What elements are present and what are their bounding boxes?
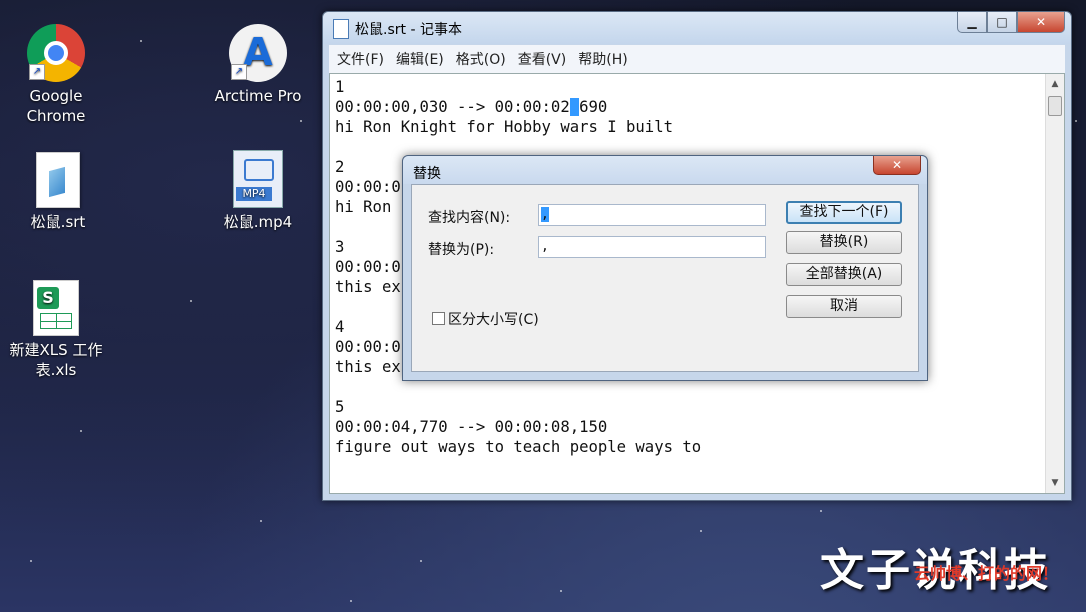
- minimize-button[interactable]: ▁: [957, 12, 987, 33]
- shortcut-arrow-icon: ↗: [29, 64, 45, 80]
- desktop-icon-label: 松鼠.mp4: [223, 213, 293, 231]
- replace-dialog-title-bar[interactable]: 替换 ✕: [403, 156, 927, 184]
- desktop-icon-xls-file[interactable]: S 新建XLS 工作表.xls: [6, 280, 106, 380]
- match-case-checkbox[interactable]: [432, 312, 445, 325]
- find-label: 查找内容(N):: [428, 210, 511, 226]
- match-case-label: 区分大小写(C): [448, 312, 539, 328]
- menu-view[interactable]: 查看(V): [518, 49, 567, 69]
- maximize-button[interactable]: □: [987, 12, 1017, 33]
- desktop-icon-label: 松鼠.srt: [30, 213, 86, 231]
- notepad-title: 松鼠.srt - 记事本: [355, 22, 462, 38]
- replace-all-button[interactable]: 全部替换(A): [786, 263, 902, 286]
- dialog-close-button[interactable]: ✕: [873, 156, 921, 175]
- close-button[interactable]: ✕: [1017, 12, 1065, 33]
- notepad-app-icon: [333, 19, 349, 39]
- scroll-up-arrow-icon[interactable]: ▲: [1046, 76, 1064, 92]
- menu-help[interactable]: 帮助(H): [578, 49, 627, 69]
- find-input[interactable]: ,: [538, 204, 766, 226]
- notepad-menu-bar: 文件(F) 编辑(E) 格式(O) 查看(V) 帮助(H): [329, 45, 1065, 73]
- replace-dialog[interactable]: 替换 ✕ 查找内容(N): , 替换为(P): , 区分大小写(C) 查找下一个…: [402, 155, 928, 381]
- video-file-icon: MP4: [233, 150, 283, 208]
- menu-format[interactable]: 格式(O): [456, 49, 506, 69]
- find-input-value: ,: [541, 207, 549, 222]
- desktop-icon-label: 新建XLS 工作表.xls: [9, 341, 103, 379]
- replace-input[interactable]: ,: [538, 236, 766, 258]
- watermark-subtext: 云帅博、打的的网！: [913, 564, 1058, 583]
- replace-button[interactable]: 替换(R): [786, 231, 902, 254]
- arctime-icon: A ↗: [229, 24, 287, 82]
- menu-file[interactable]: 文件(F): [337, 49, 384, 69]
- scrollbar-thumb[interactable]: [1048, 96, 1062, 116]
- text-line: 00:00:04,770 --> 00:00:08,150: [335, 418, 608, 436]
- desktop-icon-arctime-pro[interactable]: A ↗ Arctime Pro: [208, 24, 308, 106]
- text-line: figure out ways to teach people ways to: [335, 438, 702, 456]
- desktop-icon-label: Google Chrome: [26, 87, 86, 125]
- notepad-title-bar[interactable]: 松鼠.srt - 记事本 ▁ □ ✕: [323, 12, 1071, 44]
- scroll-down-arrow-icon[interactable]: ▼: [1046, 475, 1064, 491]
- desktop-icon-srt-file[interactable]: 松鼠.srt: [8, 152, 108, 232]
- cancel-button[interactable]: 取消: [786, 295, 902, 318]
- text-line: [335, 137, 1040, 157]
- replace-dialog-title: 替换: [413, 166, 441, 182]
- text-line-part: 00:00:00,030 --> 00:00:02: [335, 98, 570, 116]
- desktop-icon-label: Arctime Pro: [214, 87, 302, 105]
- desktop-icon-mp4-file[interactable]: MP4 松鼠.mp4: [208, 150, 308, 232]
- find-next-button[interactable]: 查找下一个(F): [786, 201, 902, 224]
- menu-edit[interactable]: 编辑(E): [396, 49, 444, 69]
- spreadsheet-icon: S: [33, 280, 79, 336]
- text-line-part: 690: [579, 98, 608, 116]
- shortcut-arrow-icon: ↗: [231, 64, 247, 80]
- vertical-scrollbar[interactable]: ▲ ▼: [1045, 74, 1064, 493]
- selected-text: ,: [569, 98, 580, 116]
- replace-dialog-body: 查找内容(N): , 替换为(P): , 区分大小写(C) 查找下一个(F) 替…: [411, 184, 919, 372]
- text-line: 1: [335, 78, 345, 96]
- text-line: 00:00:00,030 --> 00:00:02,690: [335, 97, 1040, 117]
- desktop-icon-google-chrome[interactable]: ↗ Google Chrome: [6, 24, 106, 126]
- replace-label: 替换为(P):: [428, 242, 495, 258]
- text-file-icon: [36, 152, 80, 208]
- chrome-icon: ↗: [27, 24, 85, 82]
- text-line: 5: [335, 398, 345, 416]
- text-line: hi Ron Knight for Hobby wars I built: [335, 118, 673, 136]
